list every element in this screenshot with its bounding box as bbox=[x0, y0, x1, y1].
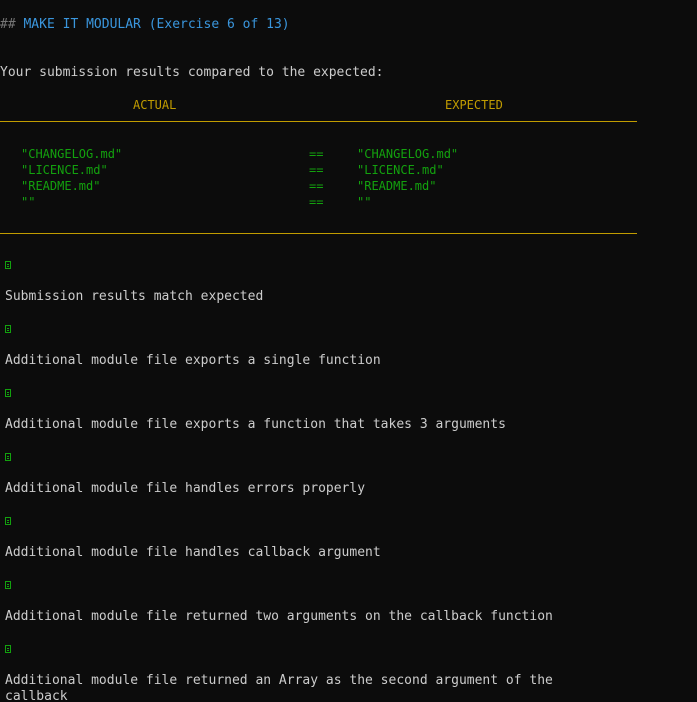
check-box-icon bbox=[5, 581, 11, 589]
check-box-icon bbox=[5, 389, 11, 397]
result-message: Additional module file exports a functio… bbox=[5, 417, 506, 432]
table-top-divider bbox=[0, 121, 637, 122]
equals-operator: == bbox=[309, 163, 324, 177]
actual-cell: "CHANGELOG.md" bbox=[21, 147, 123, 161]
check-box-icon bbox=[5, 517, 11, 525]
result-message: Additional module file returned an Array… bbox=[5, 673, 553, 702]
check-box-icon bbox=[5, 325, 11, 333]
check-box-icon bbox=[5, 453, 11, 461]
result-message: Additional module file returned two argu… bbox=[5, 609, 553, 624]
actual-cell: "README.md" bbox=[21, 179, 101, 193]
actual-cell: "LICENCE.md" bbox=[21, 163, 108, 177]
table-bottom-divider bbox=[0, 233, 637, 234]
expected-cell: "README.md" bbox=[357, 179, 437, 193]
result-message: Submission results match expected bbox=[5, 289, 264, 304]
equals-operator: == bbox=[309, 179, 324, 193]
exercise-title: ## MAKE IT MODULAR (Exercise 6 of 13) bbox=[0, 17, 290, 33]
expected-cell: "CHANGELOG.md" bbox=[357, 147, 459, 161]
comparison-intro: Your submission results compared to the … bbox=[0, 65, 384, 80]
expected-column-header: EXPECTED bbox=[445, 98, 503, 112]
check-box-icon bbox=[5, 261, 11, 269]
actual-cell: "" bbox=[21, 195, 36, 209]
result-message: Additional module file exports a single … bbox=[5, 353, 381, 368]
equals-operator: == bbox=[309, 195, 324, 209]
title-text: MAKE IT MODULAR (Exercise 6 of 13) bbox=[23, 17, 290, 32]
result-message: Additional module file handles callback … bbox=[5, 545, 381, 560]
equals-operator: == bbox=[309, 147, 324, 161]
expected-cell: "LICENCE.md" bbox=[357, 163, 444, 177]
expected-cell: "" bbox=[357, 195, 372, 209]
title-prefix: ## bbox=[0, 17, 16, 32]
result-message: Additional module file handles errors pr… bbox=[5, 481, 366, 496]
actual-column-header: ACTUAL bbox=[133, 98, 177, 112]
check-box-icon bbox=[5, 645, 11, 653]
